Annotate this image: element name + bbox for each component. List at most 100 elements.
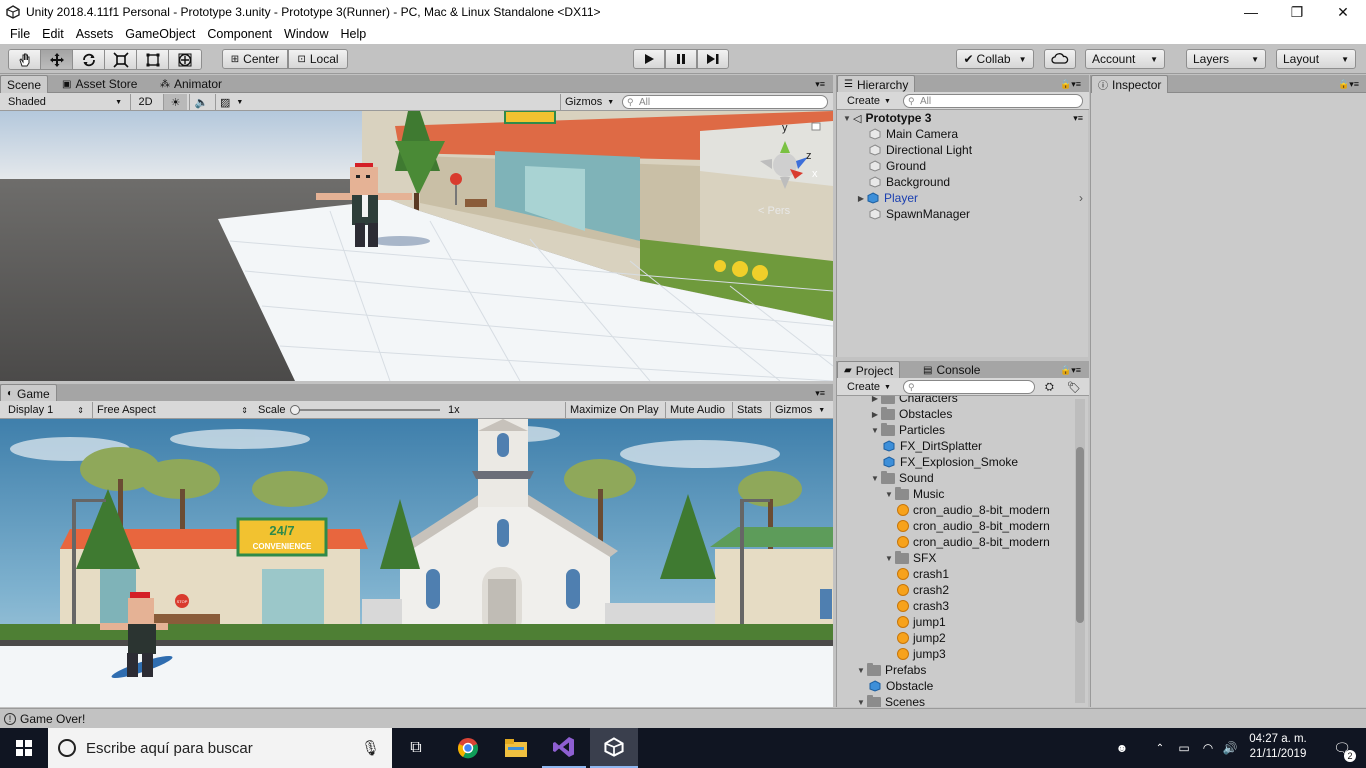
scene-viewport[interactable]: y z x < Pers	[0, 111, 833, 381]
hierarchy-search-input[interactable]: ⚲ All	[903, 94, 1083, 108]
perspective-label[interactable]: < Pers	[758, 205, 791, 217]
panel-menu-icon[interactable]: ▾≡	[809, 75, 831, 93]
project-tree-item[interactable]: cron_audio_8-bit_modern	[837, 534, 1050, 550]
lock-icon[interactable]: 🔒▾≡	[1054, 75, 1087, 93]
layers-dropdown[interactable]: Layers ▼	[1186, 49, 1266, 69]
start-button[interactable]	[0, 728, 48, 768]
project-tree-item[interactable]: ▼ Particles	[837, 422, 945, 438]
project-tree-item[interactable]: ▼ SFX	[837, 550, 936, 566]
project-tree-item[interactable]: crash3	[837, 598, 949, 614]
maximize-on-play-toggle[interactable]: Maximize On Play	[565, 402, 663, 418]
project-tree-item[interactable]: ▶ Characters	[837, 396, 958, 406]
expand-down-arrow-icon[interactable]: ▼	[869, 426, 881, 435]
menu-component[interactable]: Component	[201, 27, 278, 41]
lock-icon[interactable]: 🔒▾≡	[1054, 361, 1087, 379]
hierarchy-item-main-camera[interactable]: Main Camera	[837, 126, 958, 142]
tab-hierarchy[interactable]: ☰ Hierarchy	[837, 75, 916, 93]
project-tree-item[interactable]: FX_DirtSplatter	[837, 438, 982, 454]
pause-button[interactable]	[665, 49, 697, 69]
expand-down-arrow-icon[interactable]: ▼	[883, 554, 895, 563]
scale-slider[interactable]	[294, 409, 440, 411]
status-message[interactable]: Game Over!	[20, 712, 85, 726]
tab-project[interactable]: ▰ Project	[837, 361, 901, 379]
expand-right-arrow-icon[interactable]: ▶	[869, 410, 881, 419]
clock[interactable]: 04:27 a. m. 21/11/2019	[1242, 732, 1314, 764]
cloud-button[interactable]	[1044, 49, 1076, 69]
filter-label-icon[interactable]: 🏷	[1063, 379, 1085, 395]
lighting-toggle-icon[interactable]: ☀	[163, 94, 187, 110]
microphone-icon[interactable]: 🎙	[361, 739, 380, 757]
hand-tool-icon[interactable]	[9, 50, 41, 69]
project-tree-item[interactable]: ▼ Scenes	[837, 694, 925, 707]
chevron-up-icon[interactable]: ⌃	[1150, 728, 1170, 768]
tab-scene[interactable]: Scene	[0, 75, 49, 93]
project-tree-item[interactable]: cron_audio_8-bit_modern	[837, 502, 1050, 518]
menu-window[interactable]: Window	[278, 27, 334, 41]
account-dropdown[interactable]: Account ▼	[1085, 49, 1165, 69]
close-button[interactable]: ✕	[1320, 0, 1366, 24]
pivot-center-button[interactable]: ⊞ Center	[222, 49, 288, 69]
project-tree-item[interactable]: FX_Explosion_Smoke	[837, 454, 1018, 470]
project-search-input[interactable]: ⚲	[903, 380, 1035, 394]
scene-menu-icon[interactable]: ▾≡	[1073, 113, 1083, 124]
unity-taskbar-icon[interactable]	[590, 728, 638, 768]
hierarchy-create-dropdown[interactable]: Create ▼	[843, 93, 895, 109]
rect-tool-icon[interactable]	[137, 50, 169, 69]
shading-dropdown[interactable]: Shaded ▼	[4, 94, 126, 110]
action-center-icon[interactable]: 🗨 2	[1322, 728, 1362, 768]
project-tree-item[interactable]: crash2	[837, 582, 949, 598]
hierarchy-item-player[interactable]: ▶ Player ›	[837, 190, 1089, 206]
chevron-right-icon[interactable]: ›	[1079, 191, 1083, 205]
tab-console[interactable]: ▤ Console	[917, 361, 986, 379]
game-gizmos-dropdown[interactable]: Gizmos ▼	[770, 402, 826, 418]
hierarchy-item-background[interactable]: Background	[837, 174, 950, 190]
battery-icon[interactable]: ▭	[1174, 728, 1194, 768]
taskbar-search-box[interactable]: Escribe aquí para buscar 🎙	[48, 728, 392, 768]
scale-tool-icon[interactable]	[105, 50, 137, 69]
project-tree-item[interactable]: cron_audio_8-bit_modern	[837, 518, 1050, 534]
aspect-dropdown[interactable]: Free Aspect ⇕	[92, 402, 252, 418]
filter-type-icon[interactable]: ⛭	[1041, 379, 1058, 395]
scene-gizmos-dropdown[interactable]: Gizmos ▼	[560, 94, 616, 110]
move-tool-icon[interactable]	[41, 50, 73, 69]
layout-dropdown[interactable]: Layout ▼	[1276, 49, 1356, 69]
tab-inspector[interactable]: ⓘ Inspector	[1091, 75, 1169, 93]
menu-file[interactable]: File	[4, 27, 36, 41]
pivot-local-button[interactable]: ⊡ Local	[288, 49, 348, 69]
project-tree-item[interactable]: ▼ Prefabs	[837, 662, 926, 678]
menu-edit[interactable]: Edit	[36, 27, 70, 41]
menu-help[interactable]: Help	[334, 27, 372, 41]
scene-root-row[interactable]: ▼ ◁ Prototype 3 ▾≡	[837, 110, 1089, 126]
menu-gameobject[interactable]: GameObject	[119, 27, 201, 41]
game-viewport[interactable]: 24/7 CONVENIENCE STOP	[0, 419, 833, 707]
scale-slider-handle[interactable]	[290, 405, 300, 415]
hierarchy-item-ground[interactable]: Ground	[837, 158, 926, 174]
tab-asset-store[interactable]: ▣ Asset Store	[56, 75, 143, 93]
expand-down-arrow-icon[interactable]: ▼	[869, 474, 881, 483]
stats-toggle[interactable]: Stats	[732, 402, 766, 418]
rotate-tool-icon[interactable]	[73, 50, 105, 69]
project-tree-item[interactable]: jump2	[837, 630, 946, 646]
step-button[interactable]	[697, 49, 729, 69]
scene-search-input[interactable]: ⚲ All	[622, 95, 828, 109]
collab-button[interactable]: ✔ Collab ▼	[956, 49, 1034, 69]
project-tree-item[interactable]: ▶ Obstacles	[837, 406, 952, 422]
effects-dropdown[interactable]: ▨ ▼	[215, 94, 251, 110]
file-explorer-icon[interactable]	[494, 728, 538, 768]
toggle-2d-button[interactable]: 2D	[130, 94, 160, 110]
expand-arrow-icon[interactable]: ▶	[855, 194, 867, 203]
wifi-icon[interactable]: ◠	[1198, 728, 1218, 768]
project-tree-item[interactable]: jump1	[837, 614, 946, 630]
audio-toggle-icon[interactable]: 🔈	[189, 94, 213, 110]
task-view-icon[interactable]: ⧉	[396, 728, 436, 768]
chrome-icon[interactable]	[446, 728, 490, 768]
hierarchy-item-directional-light[interactable]: Directional Light	[837, 142, 972, 158]
minimize-button[interactable]: —	[1228, 0, 1274, 24]
project-create-dropdown[interactable]: Create ▼	[843, 379, 895, 395]
expand-right-arrow-icon[interactable]: ▶	[869, 396, 881, 403]
project-tree-item[interactable]: ▼ Music	[837, 486, 944, 502]
tab-game[interactable]: ◐ Game	[0, 384, 57, 402]
project-tree-item[interactable]: crash1	[837, 566, 949, 582]
transform-tool-icon[interactable]	[169, 50, 201, 69]
project-scrollbar[interactable]	[1075, 399, 1085, 703]
